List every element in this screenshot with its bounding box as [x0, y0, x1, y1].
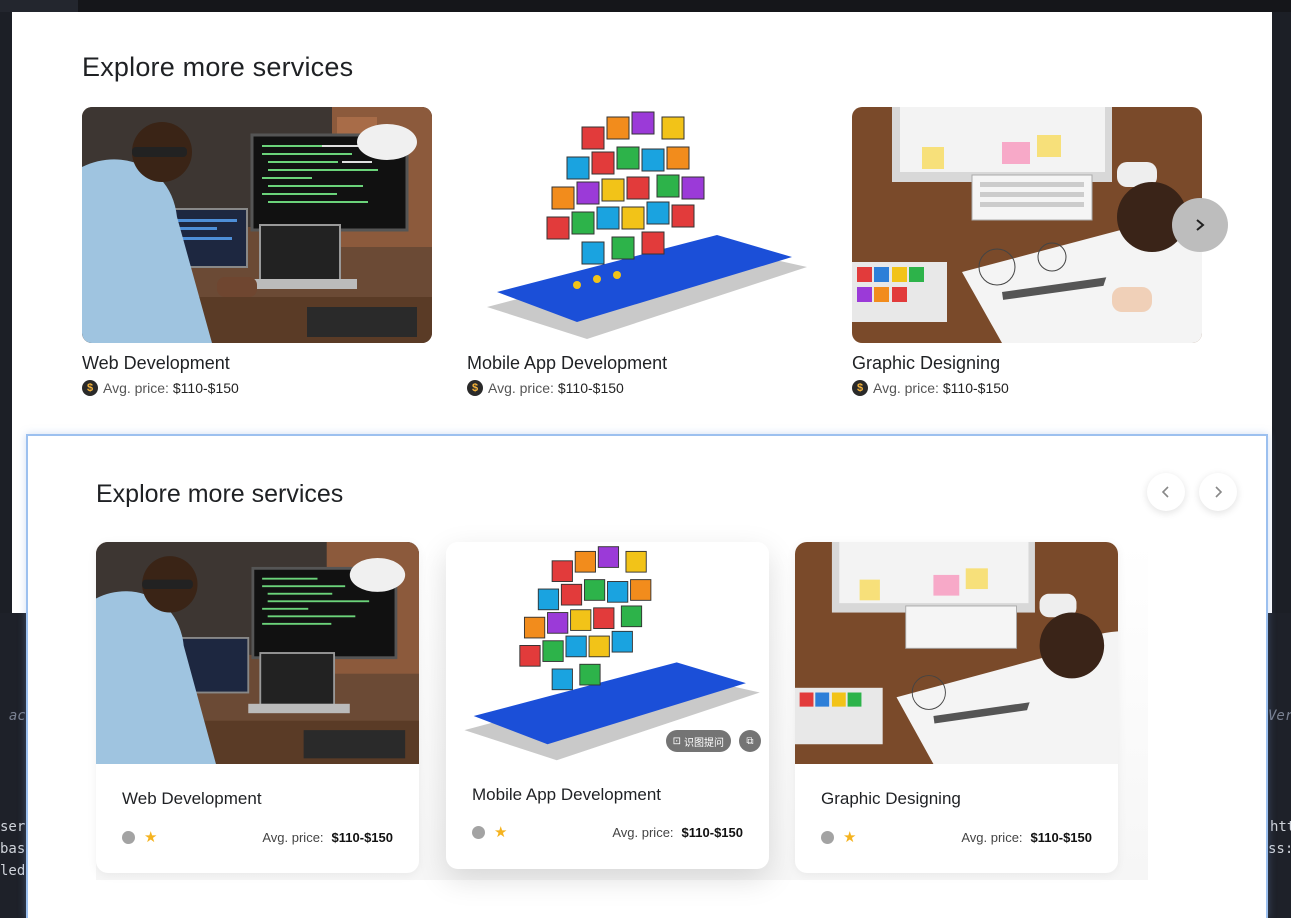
top-strip-tab: [0, 0, 78, 12]
coin-icon: $: [82, 380, 98, 396]
service-card-graphic-designing[interactable]: Graphic Designing $ Avg. price: $110-$150: [852, 107, 1202, 396]
editor-text: led: [0, 863, 26, 879]
coin-icon: $: [852, 380, 868, 396]
section-title: Explore more services: [96, 480, 344, 508]
price-value: $110-$150: [331, 829, 393, 845]
graphic-designing-image: [795, 542, 1118, 764]
editor-text: ser: [0, 819, 26, 835]
mobile-app-image: ⊡ 识图提问 ⧉: [446, 542, 769, 764]
price-label: Avg. price:: [262, 829, 324, 845]
editor-text: htt: [1270, 819, 1291, 835]
price-value: $110-$150: [681, 824, 743, 840]
chevron-left-icon: [1161, 486, 1169, 498]
service-card-mobile-app[interactable]: ⊡ 识图提问 ⧉ Mobile App Development ★ Avg. pr…: [446, 542, 769, 869]
star-icon: ★: [843, 829, 857, 846]
card-meta: ★ Avg. price: $110-$150: [821, 828, 1092, 846]
top-dark-strip: [0, 0, 1291, 12]
star-icon: ★: [494, 824, 508, 841]
price-label: Avg. price:: [873, 380, 939, 396]
service-card-web-development[interactable]: Web Development ★ Avg. price: $110-$150: [96, 542, 419, 873]
editor-fragment-right: Ver htt ss:1: [1268, 613, 1291, 918]
avatar-placeholder: [122, 830, 135, 844]
price-value: $110-$150: [172, 380, 239, 396]
service-name: Mobile App Development: [467, 353, 668, 373]
service-card-web-development[interactable]: Web Development $ Avg. price: $110-$150: [82, 107, 432, 396]
prev-button[interactable]: [1147, 473, 1185, 511]
avg-price: $ Avg. price: $110-$150: [467, 380, 817, 396]
avatar-placeholder: [472, 825, 485, 839]
chevron-right-icon: [1196, 219, 1205, 231]
price-label: Avg. price:: [961, 829, 1023, 845]
editor-text: Ver: [1268, 708, 1291, 724]
avg-price: $ Avg. price: $110-$150: [852, 380, 1202, 396]
price-value: $110-$150: [1030, 829, 1092, 845]
image-ask-label: 识图提问: [684, 737, 724, 749]
service-card-graphic-designing[interactable]: Graphic Designing ★ Avg. price: $110-$15…: [795, 542, 1118, 873]
section-title: Explore more services: [82, 52, 354, 82]
web-development-image: [82, 107, 432, 343]
service-name: Graphic Designing: [821, 789, 961, 808]
price-label: Avg. price:: [488, 380, 554, 396]
scan-icon: ⊡: [672, 735, 681, 747]
price-value: $110-$150: [942, 380, 1009, 396]
card-meta: ★ Avg. price: $110-$150: [122, 828, 393, 846]
editor-fragment-left: a ac ser base led: [0, 613, 28, 918]
price-label: Avg. price:: [612, 824, 674, 840]
next-button[interactable]: [1172, 198, 1228, 252]
image-ask-button[interactable]: ⊡ 识图提问: [665, 730, 731, 752]
chevron-right-icon: [1215, 486, 1223, 498]
service-name: Mobile App Development: [472, 785, 662, 804]
service-name: Web Development: [122, 789, 262, 808]
graphic-designing-image: [852, 107, 1202, 343]
card-meta: ★ Avg. price: $110-$150: [472, 823, 743, 841]
next-button[interactable]: [1199, 473, 1237, 511]
editor-text: ss:1: [1268, 841, 1291, 857]
avatar-placeholder: [821, 830, 834, 844]
services-section-selected: Explore more services Web Development ★ …: [26, 434, 1268, 918]
coin-icon: $: [467, 380, 483, 396]
mobile-app-image: [467, 107, 817, 343]
image-expand-button[interactable]: ⧉: [739, 730, 761, 752]
service-name: Graphic Designing: [852, 353, 1001, 373]
price-label: Avg. price:: [103, 380, 169, 396]
avg-price: $ Avg. price: $110-$150: [82, 380, 432, 396]
price-value: $110-$150: [557, 380, 624, 396]
service-card-mobile-app[interactable]: Mobile App Development $ Avg. price: $110-…: [467, 107, 817, 396]
web-development-image: [96, 542, 419, 764]
image-search-icon: ⧉: [746, 735, 754, 747]
service-name: Web Development: [82, 353, 230, 373]
editor-text: base: [0, 841, 28, 857]
star-icon: ★: [144, 829, 158, 846]
editor-text: a ac: [0, 708, 26, 724]
